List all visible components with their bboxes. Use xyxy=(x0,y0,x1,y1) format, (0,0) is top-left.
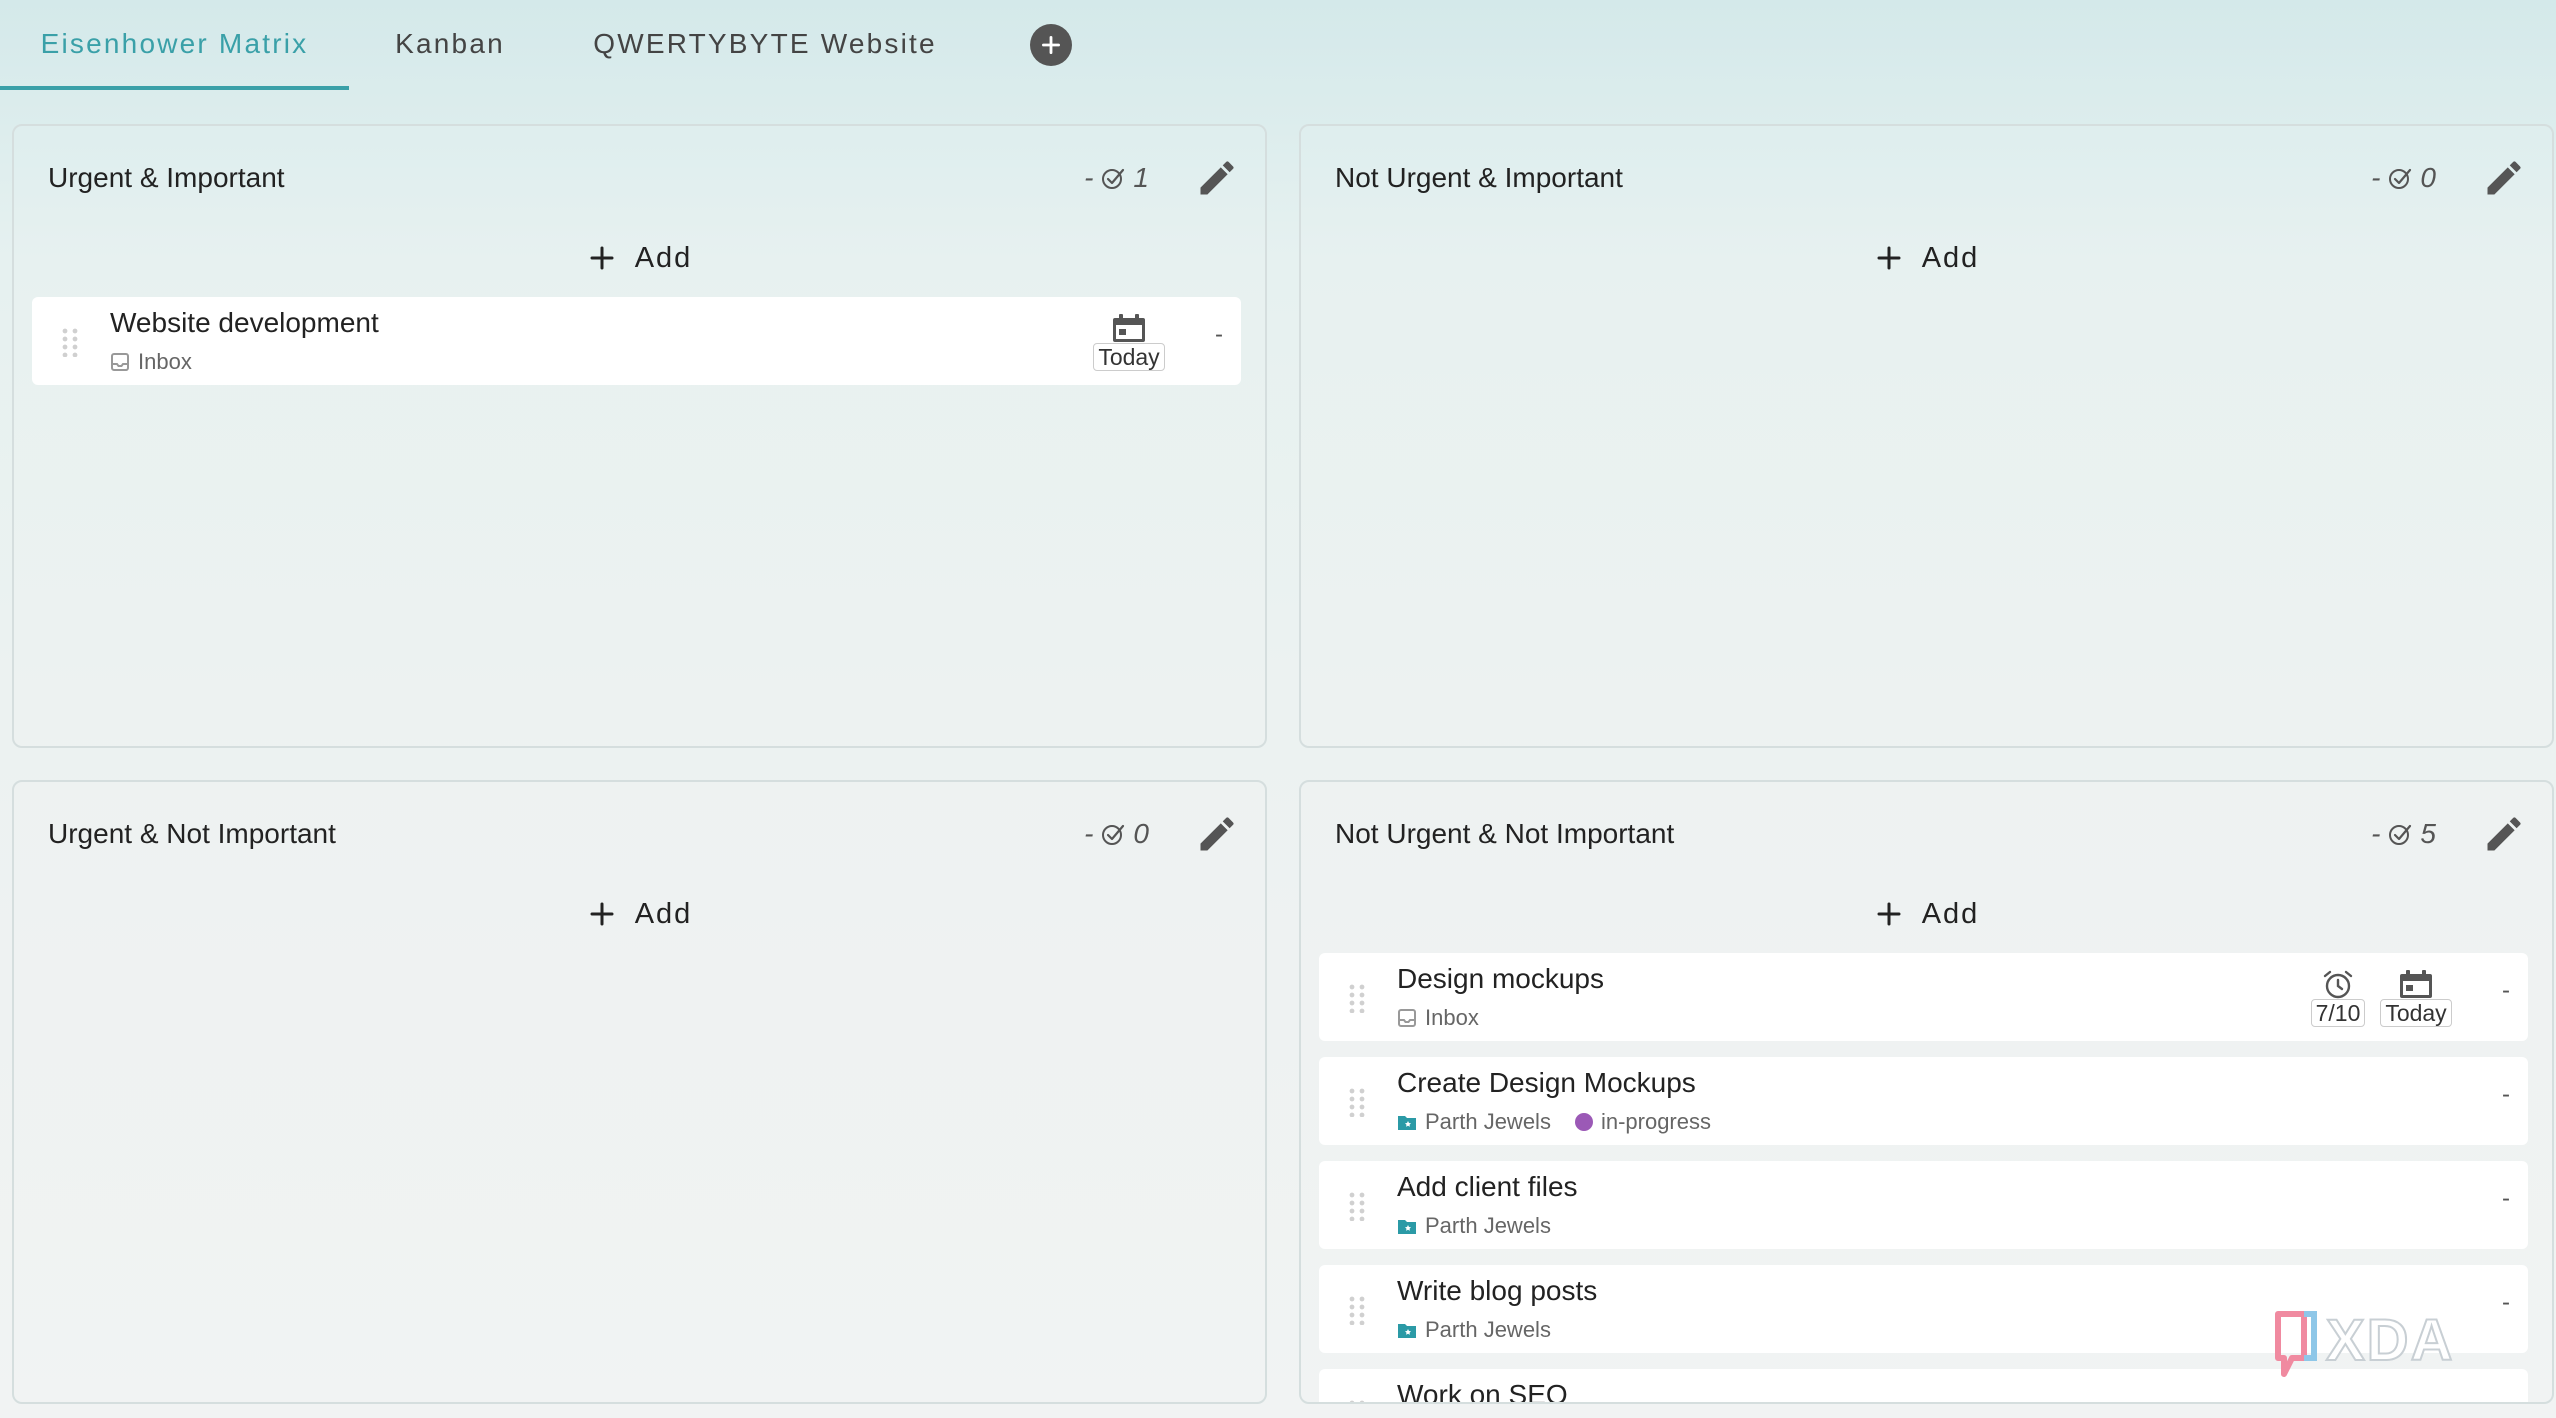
count-prefix: - xyxy=(1084,162,1094,193)
completed-count: - 0 xyxy=(1084,818,1149,850)
task-title: Write blog posts xyxy=(1397,1275,1598,1306)
drag-handle-icon[interactable] xyxy=(60,327,80,357)
check-circle-icon xyxy=(1099,820,1127,848)
count-value: 5 xyxy=(2420,818,2436,849)
edit-quadrant-button[interactable] xyxy=(2482,812,2526,856)
check-circle-icon xyxy=(2386,820,2414,848)
completed-count: - 0 xyxy=(2371,162,2436,194)
add-tab-button[interactable] xyxy=(1030,24,1072,66)
count-value: 1 xyxy=(1133,162,1149,193)
project-label: Inbox xyxy=(138,349,192,374)
inbox-icon xyxy=(1397,1008,1417,1028)
drag-handle-icon[interactable] xyxy=(1347,1399,1367,1404)
drag-handle-icon[interactable] xyxy=(1347,1295,1367,1325)
quadrant-title: Urgent & Important xyxy=(48,162,285,193)
plus-icon xyxy=(1874,899,1904,929)
due-date-chip[interactable]: Today xyxy=(1091,313,1167,375)
drag-handle-icon[interactable] xyxy=(1347,1191,1367,1221)
task-project: Parth Jewels xyxy=(1397,1317,1551,1343)
priority-indicator[interactable]: - xyxy=(2502,1081,2510,1109)
quadrant-not-urgent-important: Not Urgent & Important - 0 Add xyxy=(1299,124,2554,748)
edit-quadrant-button[interactable] xyxy=(2482,156,2526,200)
plus-icon xyxy=(587,243,617,273)
task-title: Work on SEO xyxy=(1397,1379,1568,1404)
plus-circle-icon xyxy=(1042,36,1060,54)
pencil-icon xyxy=(1195,812,1239,856)
add-task-button[interactable]: Add xyxy=(1301,236,2552,280)
task-card[interactable]: Create Design Mockups Parth Jewels in-pr… xyxy=(1319,1057,2528,1145)
quadrant-title: Not Urgent & Not Important xyxy=(1335,818,1675,849)
check-circle-icon xyxy=(2386,164,2414,192)
add-task-button[interactable]: Add xyxy=(14,236,1265,280)
project-label: Parth Jewels xyxy=(1425,1109,1551,1134)
task-project: Parth Jewels xyxy=(1397,1213,1551,1239)
pencil-icon xyxy=(2482,156,2526,200)
add-label: Add xyxy=(634,241,693,274)
task-title: Create Design Mockups xyxy=(1397,1067,1696,1098)
count-prefix: - xyxy=(1084,818,1094,849)
edit-quadrant-button[interactable] xyxy=(1195,812,1239,856)
project-label: Parth Jewels xyxy=(1425,1317,1551,1342)
priority-indicator[interactable]: - xyxy=(2502,977,2510,1005)
count-prefix: - xyxy=(2371,162,2381,193)
tab-qwertybyte-website[interactable]: QWERTYBYTE Website xyxy=(580,0,950,88)
pencil-icon xyxy=(2482,812,2526,856)
priority-indicator[interactable]: - xyxy=(2502,1185,2510,1213)
quadrant-urgent-not-important: Urgent & Not Important - 0 Add xyxy=(12,780,1267,1404)
add-label: Add xyxy=(634,897,693,930)
add-task-button[interactable]: Add xyxy=(14,892,1265,936)
alarm-icon xyxy=(2319,969,2357,999)
task-project: Inbox xyxy=(1397,1005,1479,1031)
project-label: Inbox xyxy=(1425,1005,1479,1030)
task-title: Design mockups xyxy=(1397,963,1604,994)
tag-dot-icon xyxy=(1574,1113,1593,1131)
tab-eisenhower-matrix[interactable]: Eisenhower Matrix xyxy=(0,0,349,88)
quadrant-title: Not Urgent & Important xyxy=(1335,162,1623,193)
calendar-icon xyxy=(1110,313,1148,343)
add-label: Add xyxy=(1921,241,1980,274)
project-folder-icon xyxy=(1397,1112,1417,1132)
drag-handle-icon[interactable] xyxy=(1347,1087,1367,1117)
pencil-icon xyxy=(1195,156,1239,200)
tag-label[interactable]: in-progress xyxy=(1601,1109,1711,1135)
quadrant-title: Urgent & Not Important xyxy=(48,818,336,849)
project-folder-icon xyxy=(1397,1216,1417,1236)
svg-text:XDA: XDA xyxy=(2326,1308,2454,1373)
count-value: 0 xyxy=(1133,818,1149,849)
project-label: Parth Jewels xyxy=(1425,1213,1551,1238)
project-folder-icon xyxy=(1397,1320,1417,1340)
tab-bar: Eisenhower Matrix Kanban QWERTYBYTE Webs… xyxy=(0,0,2556,92)
task-project: Parth Jewels in-progress xyxy=(1397,1109,1711,1135)
task-project: Inbox xyxy=(110,349,192,375)
plus-icon xyxy=(1874,243,1904,273)
calendar-icon xyxy=(2397,969,2435,999)
add-task-button[interactable]: Add xyxy=(1301,892,2552,936)
task-card[interactable]: Website development Inbox Today - xyxy=(32,297,1241,385)
due-date-label: Today xyxy=(1093,343,1165,371)
task-card[interactable]: Add client files Parth Jewels - xyxy=(1319,1161,2528,1249)
tab-kanban[interactable]: Kanban xyxy=(370,0,530,88)
quadrant-urgent-important: Urgent & Important - 1 Add Website devel… xyxy=(12,124,1267,748)
completed-count: - 1 xyxy=(1084,162,1149,194)
reminder-label: 7/10 xyxy=(2310,999,2366,1027)
check-circle-icon xyxy=(1099,164,1127,192)
task-card[interactable]: Design mockups Inbox 7/10 Today - xyxy=(1319,953,2528,1041)
priority-indicator[interactable]: - xyxy=(1215,321,1223,349)
task-title: Add client files xyxy=(1397,1171,1578,1202)
xda-watermark-logo: XDA xyxy=(2270,1296,2530,1392)
completed-count: - 5 xyxy=(2371,818,2436,850)
due-date-label: Today xyxy=(2380,999,2452,1027)
inbox-icon xyxy=(110,352,130,372)
count-prefix: - xyxy=(2371,818,2381,849)
active-tab-indicator xyxy=(0,86,349,90)
due-date-chip[interactable]: Today xyxy=(2378,969,2454,1031)
reminder-chip[interactable]: 7/10 xyxy=(2300,969,2376,1031)
drag-handle-icon[interactable] xyxy=(1347,983,1367,1013)
count-value: 0 xyxy=(2420,162,2436,193)
add-label: Add xyxy=(1921,897,1980,930)
plus-icon xyxy=(587,899,617,929)
task-title: Website development xyxy=(110,307,379,338)
edit-quadrant-button[interactable] xyxy=(1195,156,1239,200)
